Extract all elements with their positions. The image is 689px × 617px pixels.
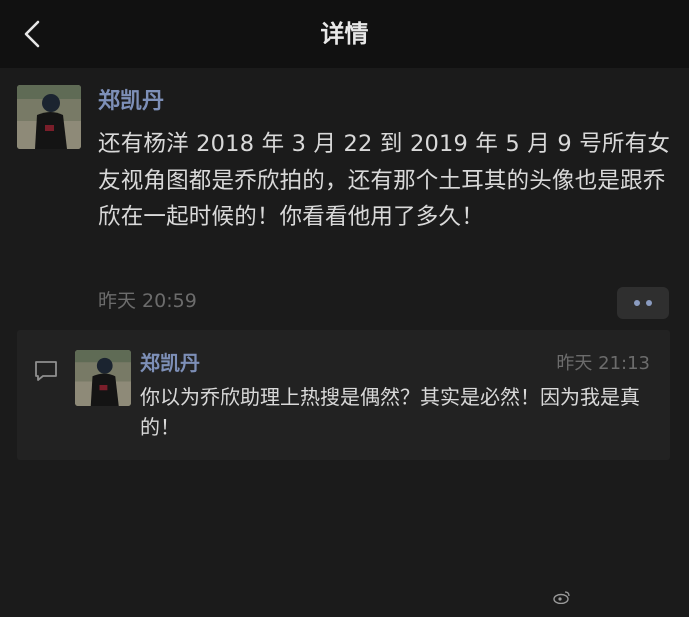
weibo-logo-icon [553, 591, 570, 604]
post-author-avatar[interactable] [17, 85, 81, 149]
watermark [553, 590, 571, 604]
page-title: 详情 [320, 20, 369, 48]
more-options-button[interactable] [617, 287, 669, 319]
post-content: 还有杨洋 2018 年 3 月 22 到 2019 年 5 月 9 号所有女友视… [98, 131, 671, 230]
comment-timestamp: 昨天 21:13 [556, 353, 650, 374]
comment-bubble-icon [35, 361, 57, 381]
post-author-name[interactable]: 郑凯丹 [98, 86, 164, 118]
comment-author-name[interactable]: 郑凯丹 [140, 349, 200, 377]
top-navigation-bar: 详情 [0, 0, 689, 68]
more-dots-icon [634, 300, 640, 306]
more-dots-icon [646, 300, 652, 306]
comment-content: 你以为乔欣助理上热搜是偶然？其实是必然！因为我是真的！ [140, 385, 640, 439]
comment-author-avatar[interactable] [75, 350, 131, 406]
post-timestamp: 昨天 20:59 [98, 290, 197, 312]
avatar-image [17, 85, 81, 149]
avatar-image [75, 350, 131, 406]
